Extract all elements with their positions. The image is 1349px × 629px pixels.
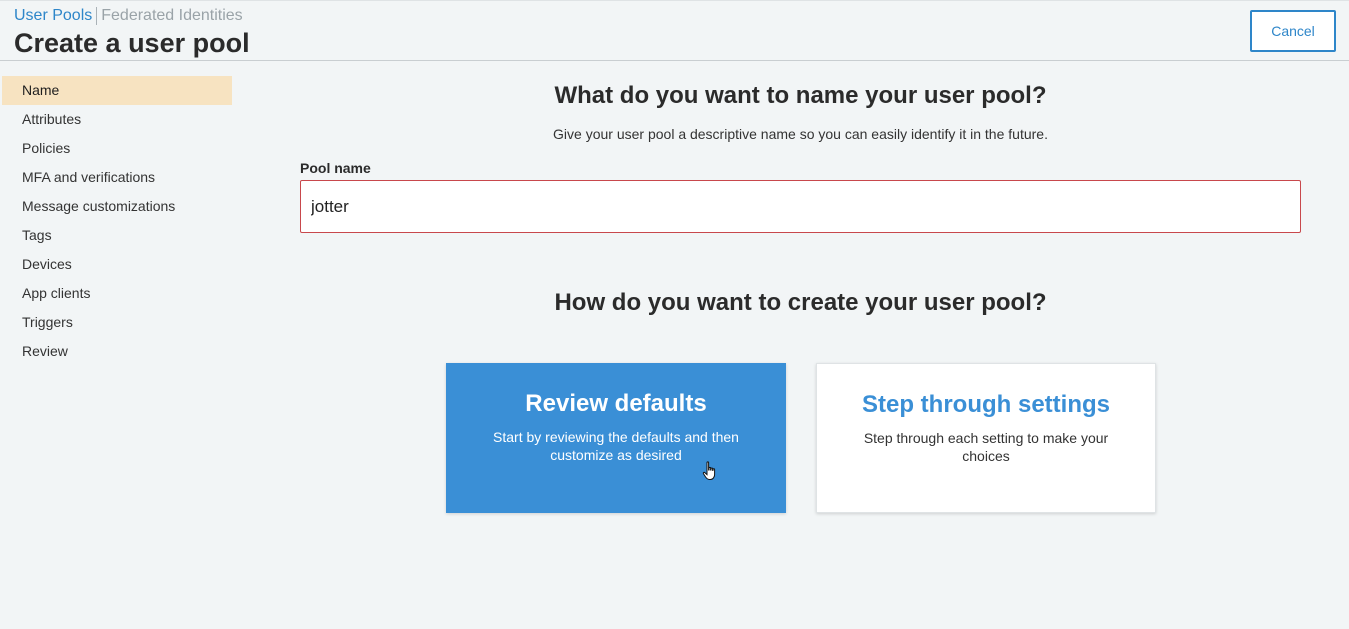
name-question-description: Give your user pool a descriptive name s… [553, 126, 1048, 142]
cancel-button[interactable]: Cancel [1250, 10, 1336, 52]
pool-name-label: Pool name [300, 160, 371, 176]
sidebar-nav: Name Attributes Policies MFA and verific… [2, 76, 232, 366]
sidebar-item-tags[interactable]: Tags [2, 221, 232, 250]
sidebar-item-mfa-and-verifications[interactable]: MFA and verifications [2, 163, 232, 192]
step-through-settings-description: Step through each setting to make your c… [863, 430, 1109, 464]
step-through-settings-button[interactable]: Step through settings Step through each … [816, 363, 1156, 513]
sidebar-item-policies[interactable]: Policies [2, 134, 232, 163]
name-question-heading: What do you want to name your user pool? [554, 82, 1047, 109]
review-defaults-description: Start by reviewing the defaults and then… [493, 429, 739, 463]
page-header: User Pools Federated Identities Create a… [0, 0, 1349, 61]
create-question-heading: How do you want to create your user pool… [554, 289, 1047, 316]
hand-pointer-icon [702, 461, 716, 480]
breadcrumb: User Pools Federated Identities [14, 7, 243, 25]
sidebar-item-app-clients[interactable]: App clients [2, 279, 232, 308]
pool-name-input[interactable] [300, 180, 1301, 233]
review-defaults-button[interactable]: Review defaults Start by reviewing the d… [446, 363, 786, 513]
sidebar-item-devices[interactable]: Devices [2, 250, 232, 279]
page-title: Create a user pool [14, 28, 250, 58]
sidebar-item-triggers[interactable]: Triggers [2, 308, 232, 337]
sidebar-item-attributes[interactable]: Attributes [2, 105, 232, 134]
breadcrumb-divider [96, 7, 98, 25]
review-defaults-title: Review defaults [525, 390, 707, 417]
sidebar-item-review[interactable]: Review [2, 337, 232, 366]
step-through-settings-title: Step through settings [862, 391, 1110, 418]
sidebar-item-message-customizations[interactable]: Message customizations [2, 192, 232, 221]
breadcrumb-federated-identities[interactable]: Federated Identities [101, 7, 242, 25]
sidebar-item-name[interactable]: Name [2, 76, 232, 105]
breadcrumb-user-pools[interactable]: User Pools [14, 7, 92, 25]
